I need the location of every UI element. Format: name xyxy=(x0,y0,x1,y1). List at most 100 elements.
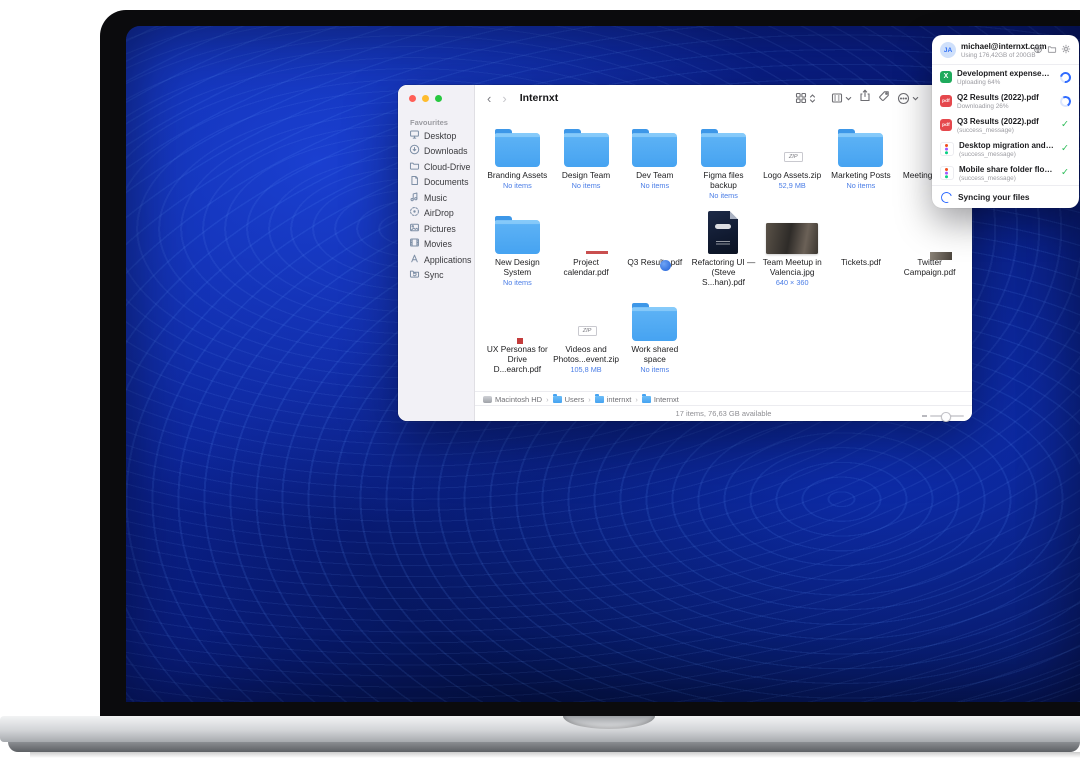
transfer-status-text: Downloading 26% xyxy=(957,103,1039,110)
chevron-down-icon xyxy=(845,95,852,102)
sidebar-item-icon xyxy=(409,266,420,284)
ellipsis-circle-icon xyxy=(897,92,910,105)
minimize-button[interactable] xyxy=(422,95,429,102)
file-type-icon xyxy=(940,166,954,180)
file-name: Q3 Results.pdf xyxy=(627,257,682,267)
breadcrumb-item[interactable]: internxt › xyxy=(595,395,639,404)
breadcrumb-label: Internxt xyxy=(654,395,679,404)
sidebar-item[interactable]: Cloud-Drive xyxy=(398,159,474,175)
file-icon xyxy=(569,291,604,341)
file-item[interactable]: Marketing Posts No items xyxy=(827,117,896,204)
transfer-status-text: (success_message) xyxy=(957,127,1039,134)
slider-track[interactable] xyxy=(930,415,964,418)
breadcrumb-icon xyxy=(595,396,604,403)
back-icon[interactable]: ‹ xyxy=(487,92,491,105)
settings-button[interactable] xyxy=(1061,41,1071,59)
transfer-item[interactable]: Q3 Results (2022).pdf (success_message) xyxy=(932,113,1079,137)
open-folder-button[interactable] xyxy=(1047,41,1057,59)
breadcrumb-item[interactable]: Macintosh HD › xyxy=(483,395,550,404)
transfer-status-icon xyxy=(1059,143,1071,155)
file-item[interactable]: Figma files backup No items xyxy=(689,117,758,204)
screenshot-stage: Favourites Desktop Downloads Cloud-Drive… xyxy=(0,0,1080,759)
breadcrumb-icon xyxy=(553,396,562,403)
share-button[interactable] xyxy=(859,89,871,107)
sidebar-item-label: Sync xyxy=(424,270,444,280)
sidebar-item[interactable]: Movies xyxy=(398,237,474,253)
transfer-texts: Development expenses.xlsx Uploading 64% xyxy=(957,69,1052,86)
view-switcher[interactable] xyxy=(795,92,816,104)
breadcrumb-item[interactable]: Internxt › xyxy=(642,395,679,404)
sidebar-item[interactable]: Documents xyxy=(398,175,474,191)
folder-icon xyxy=(1047,44,1057,54)
file-item[interactable]: Q3 Results.pdf xyxy=(620,204,689,291)
file-item[interactable]: UX Personas for Drive D...earch.pdf xyxy=(483,291,552,378)
file-item[interactable]: Tickets.pdf xyxy=(827,204,896,291)
sidebar-item[interactable]: Applications xyxy=(398,252,474,268)
file-item[interactable]: Twitter Campaign.pdf xyxy=(895,204,964,291)
sync-status-label: Syncing your files xyxy=(958,192,1029,202)
file-name: New Design System xyxy=(484,257,550,277)
laptop-shadow xyxy=(30,752,1080,758)
file-item[interactable]: Refactoring UI — (Steve S...han).pdf xyxy=(689,204,758,291)
file-item[interactable]: Project calendar.pdf xyxy=(552,204,621,291)
sidebar-item[interactable]: Downloads xyxy=(398,144,474,160)
file-name: Refactoring UI — (Steve S...han).pdf xyxy=(690,257,756,287)
avatar: JA xyxy=(940,42,956,58)
transfer-status-icon xyxy=(1059,119,1071,131)
breadcrumb-item[interactable]: Users › xyxy=(553,395,592,404)
file-item[interactable]: Logo Assets.zip 52,9 MB xyxy=(758,117,827,204)
file-type-icon xyxy=(940,119,952,131)
transfer-name: Q2 Results (2022).pdf xyxy=(957,93,1039,102)
sidebar-item-label: Pictures xyxy=(424,224,456,234)
path-bar: Macintosh HD › Users › internxt › Intern… xyxy=(475,391,972,406)
grid-view-icon xyxy=(795,92,807,104)
icon-size-slider[interactable] xyxy=(922,415,964,418)
sidebar-item[interactable]: Pictures xyxy=(398,221,474,237)
file-name: Design Team xyxy=(562,170,610,180)
more-actions[interactable] xyxy=(897,92,919,105)
sidebar-item[interactable]: AirDrop xyxy=(398,206,474,222)
file-item[interactable]: Branding Assets No items xyxy=(483,117,552,204)
globe-icon xyxy=(1033,44,1043,54)
file-item[interactable]: Videos and Photos...event.zip 105,8 MB xyxy=(552,291,621,378)
web-button[interactable] xyxy=(1033,41,1043,59)
file-item[interactable]: Design Team No items xyxy=(552,117,621,204)
group-by-control[interactable] xyxy=(831,92,852,104)
file-item[interactable]: Dev Team No items xyxy=(620,117,689,204)
transfer-item[interactable]: Development expenses.xlsx Uploading 64% xyxy=(932,65,1079,89)
transfer-texts: Q3 Results (2022).pdf (success_message) xyxy=(957,117,1039,134)
file-name: Logo Assets.zip xyxy=(763,170,821,180)
file-item[interactable]: Team Meetup in Valencia.jpg 640 × 360 xyxy=(758,204,827,291)
laptop-underside xyxy=(8,742,1080,752)
file-item[interactable]: New Design System No items xyxy=(483,204,552,291)
sidebar-item-label: Downloads xyxy=(424,146,468,156)
transfer-item[interactable]: Mobile share folder flows.fig (success_m… xyxy=(932,161,1079,185)
slider-knob[interactable] xyxy=(941,412,951,422)
file-type-icon xyxy=(940,71,952,83)
transfer-item[interactable]: Desktop migration and onboardi... (succe… xyxy=(932,137,1079,161)
file-name: Twitter Campaign.pdf xyxy=(897,257,963,277)
file-type-icon xyxy=(940,142,954,156)
forward-icon[interactable]: › xyxy=(502,92,506,105)
sidebar-item[interactable]: Sync xyxy=(398,268,474,284)
file-name: Work shared space xyxy=(622,344,688,364)
sidebar-item[interactable]: Desktop xyxy=(398,128,474,144)
file-icon xyxy=(775,117,810,167)
sidebar-item[interactable]: Music xyxy=(398,190,474,206)
transfer-item[interactable]: Q2 Results (2022).pdf Downloading 26% xyxy=(932,89,1079,113)
sidebar-item-label: Desktop xyxy=(424,131,456,141)
file-meta: 105,8 MB xyxy=(570,365,601,374)
laptop-base xyxy=(0,716,1080,742)
transfer-name: Development expenses.xlsx xyxy=(957,69,1052,78)
tags-button[interactable] xyxy=(878,89,890,107)
close-button[interactable] xyxy=(409,95,416,102)
transfer-status-icon xyxy=(1059,95,1071,107)
file-meta: No items xyxy=(847,181,876,190)
zoom-button[interactable] xyxy=(435,95,442,102)
sidebar-item-label: AirDrop xyxy=(424,208,454,218)
widget-footer: Syncing your files xyxy=(932,185,1079,208)
breadcrumb-label: Macintosh HD xyxy=(495,395,542,404)
gear-icon xyxy=(1061,44,1071,54)
file-meta: No items xyxy=(503,181,532,190)
file-item[interactable]: Work shared space No items xyxy=(620,291,689,378)
